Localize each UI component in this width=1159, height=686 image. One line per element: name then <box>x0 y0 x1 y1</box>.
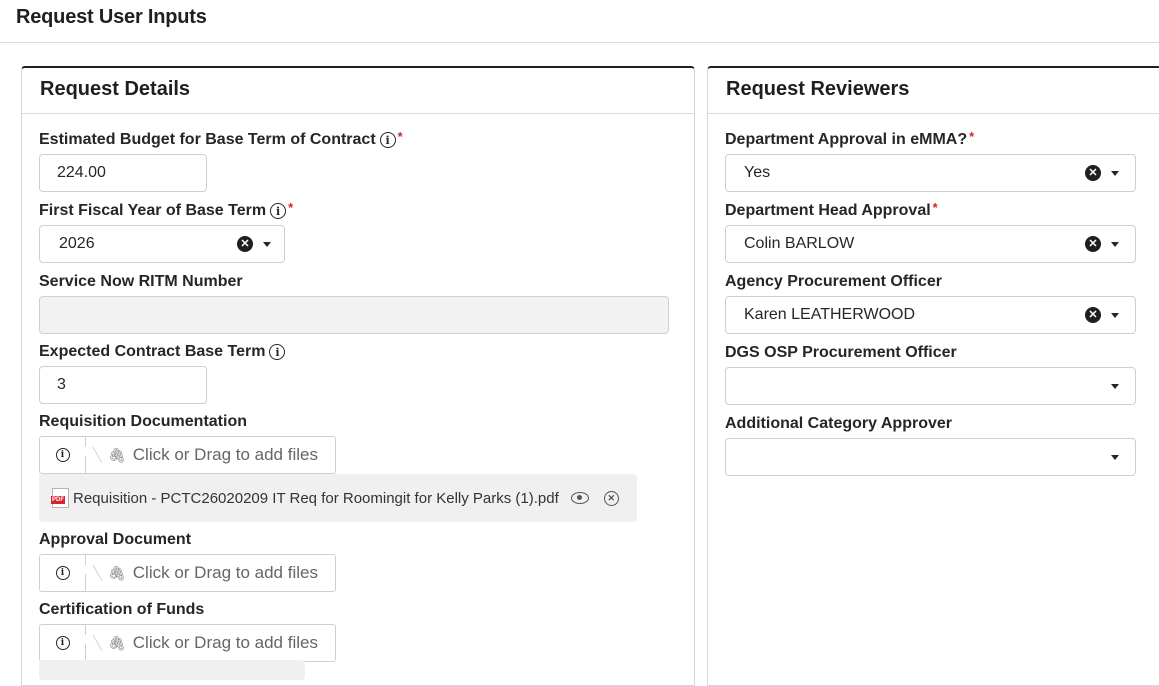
required-marker: * <box>288 199 294 215</box>
requisition-dropzone[interactable]: 🖇 Click or Drag to add files <box>85 436 336 474</box>
requisition-file-chip: PDF Requisition - PCTC26020209 IT Req fo… <box>39 474 637 522</box>
request-details-header: Request Details <box>22 68 694 114</box>
file-name[interactable]: Requisition - PCTC26020209 IT Req for Ro… <box>73 490 559 507</box>
budget-label: Estimated Budget for Base Term of Contra… <box>39 128 403 148</box>
fiscal-year-label: First Fiscal Year of Base Term i * <box>39 199 294 219</box>
clear-icon[interactable]: ✕ <box>1085 307 1101 323</box>
category-approver-label: Additional Category Approver <box>725 415 952 432</box>
chevron-down-icon[interactable] <box>1111 241 1119 247</box>
chevron-down-icon[interactable] <box>263 241 271 247</box>
cert-funds-file-chip <box>39 660 305 680</box>
budget-input[interactable]: 224.00 <box>39 154 207 192</box>
required-marker: * <box>969 128 975 144</box>
paperclip-icon: 🖇 <box>108 634 126 651</box>
ritm-label: Service Now RITM Number <box>39 273 243 290</box>
fiscal-year-select[interactable]: 2026 ✕ <box>39 225 285 263</box>
approval-doc-label: Approval Document <box>39 531 192 548</box>
pdf-file-icon: PDF <box>51 488 69 508</box>
fiscal-year-info-icon[interactable]: i <box>270 203 287 219</box>
page-title: Request User Inputs <box>16 6 207 28</box>
required-marker: * <box>397 128 403 144</box>
base-term-input[interactable]: 3 <box>39 366 207 404</box>
requisition-upload[interactable]: i 🖇 Click or Drag to add files <box>39 436 336 474</box>
chevron-down-icon[interactable] <box>1111 312 1119 318</box>
chevron-down-icon[interactable] <box>1111 454 1119 460</box>
base-term-info-icon[interactable]: i <box>269 344 286 360</box>
chevron-down-icon[interactable] <box>1111 170 1119 176</box>
emma-label: Department Approval in eMMA? * <box>725 128 975 149</box>
clear-icon[interactable]: ✕ <box>237 236 253 252</box>
paperclip-icon: 🖇 <box>108 564 126 581</box>
eye-icon[interactable] <box>570 492 589 504</box>
agency-officer-label: Agency Procurement Officer <box>725 273 942 290</box>
dept-head-select[interactable]: Colin BARLOW ✕ <box>725 225 1136 263</box>
ritm-input <box>39 296 669 334</box>
dgs-officer-select[interactable] <box>725 367 1136 405</box>
clear-icon[interactable]: ✕ <box>1085 165 1101 181</box>
base-term-label: Expected Contract Base Term i <box>39 343 286 361</box>
chevron-down-icon[interactable] <box>1111 383 1119 389</box>
cert-funds-dropzone[interactable]: 🖇 Click or Drag to add files <box>85 624 336 662</box>
approval-doc-dropzone[interactable]: 🖇 Click or Drag to add files <box>85 554 336 592</box>
approval-doc-upload[interactable]: i 🖇 Click or Drag to add files <box>39 554 336 592</box>
requisition-upload-info[interactable]: i <box>39 436 85 474</box>
cert-funds-label: Certification of Funds <box>39 601 205 618</box>
emma-select[interactable]: Yes ✕ <box>725 154 1136 192</box>
requisition-label: Requisition Documentation <box>39 413 247 430</box>
info-icon: i <box>55 566 70 580</box>
required-marker: * <box>932 199 938 215</box>
info-icon: i <box>55 448 70 462</box>
category-approver-select[interactable] <box>725 438 1136 476</box>
request-reviewers-header: Request Reviewers <box>708 68 1159 114</box>
paperclip-icon: 🖇 <box>108 446 126 463</box>
info-icon: i <box>55 636 70 650</box>
dept-head-label: Department Head Approval * <box>725 199 938 220</box>
title-divider <box>0 42 1159 43</box>
remove-file-icon[interactable]: ✕ <box>603 490 619 506</box>
dgs-officer-label: DGS OSP Procurement Officer <box>725 344 957 361</box>
agency-officer-select[interactable]: Karen LEATHERWOOD ✕ <box>725 296 1136 334</box>
clear-icon[interactable]: ✕ <box>1085 236 1101 252</box>
cert-funds-upload[interactable]: i 🖇 Click or Drag to add files <box>39 624 336 662</box>
cert-funds-upload-info[interactable]: i <box>39 624 85 662</box>
approval-doc-upload-info[interactable]: i <box>39 554 85 592</box>
budget-info-icon[interactable]: i <box>379 132 396 148</box>
